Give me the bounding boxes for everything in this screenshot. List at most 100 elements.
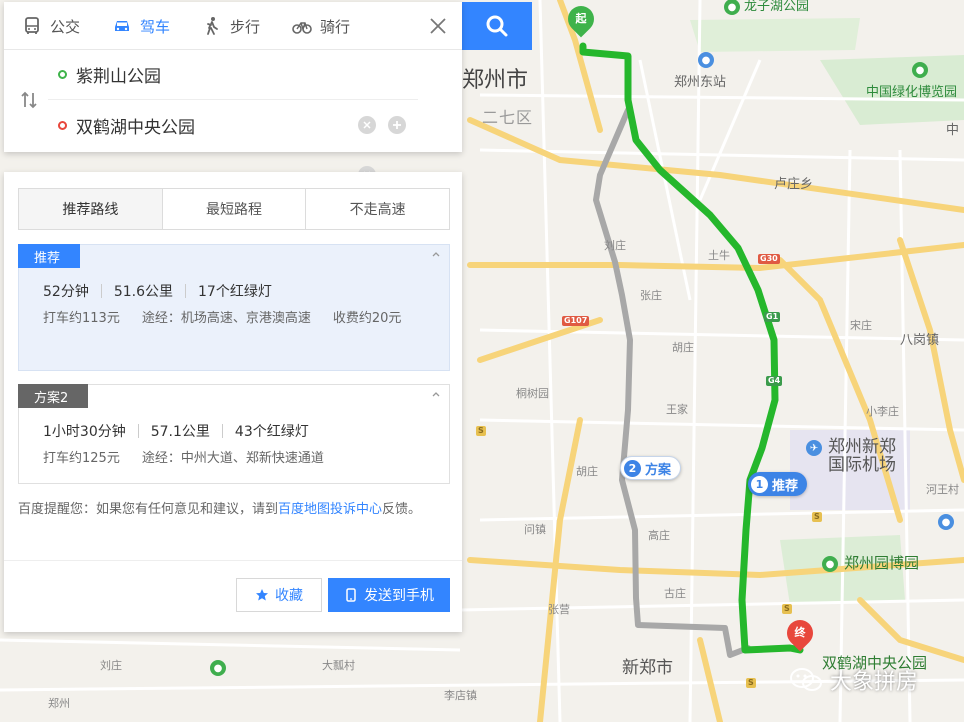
chevron-up-icon[interactable] xyxy=(431,249,441,259)
map-label-tongsi: 桐树园 xyxy=(516,387,549,400)
map-label-tuniu: 土牛 xyxy=(708,249,730,262)
tab-bus-label: 公交 xyxy=(50,17,81,36)
start-pin[interactable]: 起 xyxy=(562,0,600,40)
end-dot-icon xyxy=(58,120,67,130)
route-details: 打车约125元 途经：中州大道、郑新快速通道 xyxy=(43,445,429,472)
route-distance: 51.6公里 xyxy=(113,284,173,300)
bottom-park-poi-icon: ● xyxy=(210,660,226,676)
start-dot-icon xyxy=(58,70,67,79)
route-duration: 52分钟 xyxy=(43,284,89,300)
swap-icon[interactable] xyxy=(18,89,40,111)
highway-shield-g1: G1 xyxy=(764,312,781,322)
route-tag-alternative-label: 方案 xyxy=(645,462,672,478)
zhengzhou-poi-icon: ● xyxy=(938,514,954,530)
map-label-gaozhuang: 高庄 xyxy=(648,529,670,542)
map-label-bazhai: 宋庄 xyxy=(850,319,872,332)
tab-drive[interactable]: 驾车 xyxy=(94,2,184,50)
feedback-prefix: 百度提醒您：如果您有任何意见和建议，请到 xyxy=(18,502,279,517)
start-input[interactable] xyxy=(76,64,346,85)
bike-icon xyxy=(292,22,312,34)
chevron-up-icon[interactable] xyxy=(431,389,441,399)
route-preference-tabs: 推荐路线 最短路程 不走高速 xyxy=(18,188,450,230)
route-tag-alternative-number: 2 xyxy=(624,459,641,477)
map-label-wenzhuang: 问镇 xyxy=(524,523,546,536)
route-via: 途经：机场高速、京港澳高速 xyxy=(141,311,311,326)
route-badge: 推荐 xyxy=(18,244,81,268)
end-input[interactable] xyxy=(76,115,346,135)
tab-bike-label: 骑行 xyxy=(320,17,351,36)
map-label-gu-zhuang: 古庄 xyxy=(664,587,686,600)
end-pin-label: 终 xyxy=(794,626,806,639)
feedback-suffix: 反馈。 xyxy=(382,502,422,517)
favorite-button[interactable]: 收藏 xyxy=(236,578,322,612)
route-lights: 17个红绿灯 xyxy=(198,284,272,300)
route-toll: 收费约20元 xyxy=(332,311,402,326)
watermark-text: 大象拼房 xyxy=(830,670,919,695)
send-to-phone-button[interactable]: 发送到手机 xyxy=(328,578,450,612)
star-icon xyxy=(256,589,268,601)
feedback-notice: 百度提醒您：如果您有任何意见和建议，请到百度地图投诉中心反馈。 xyxy=(18,498,450,522)
map-label-erqi-district: 二七区 xyxy=(482,108,534,127)
route-tag-recommended-label: 推荐 xyxy=(772,478,799,494)
route-taxi-fare: 打车约125元 xyxy=(43,451,120,466)
route-results-panel: 推荐路线 最短路程 不走高速 推荐 52分钟 51.6公里 17个红绿灯 打车约… xyxy=(4,172,462,632)
map-label-xiaoli: 小李庄 xyxy=(866,405,899,418)
map-label-sheng: 郑州 xyxy=(48,697,70,710)
tab-bike[interactable]: 骑行 xyxy=(274,2,364,50)
tab-shortest-route[interactable]: 最短路程 xyxy=(163,189,307,229)
route-details: 打车约113元 途经：机场高速、京港澳高速 收费约20元 xyxy=(43,305,429,332)
route-card-option-2[interactable]: 方案2 1小时30分钟 57.1公里 43个红绿灯 打车约125元 途经：中州大道… xyxy=(18,384,450,484)
route-summary: 1小时30分钟 57.1公里 43个红绿灯 xyxy=(43,421,309,441)
send-button-label: 发送到手机 xyxy=(364,588,434,604)
close-icon[interactable] xyxy=(428,16,448,36)
start-address-row xyxy=(48,50,418,100)
station-poi-icon: ● xyxy=(698,52,714,68)
map-label-lizhuang: 刘庄 xyxy=(604,239,626,252)
tab-walk[interactable]: 步行 xyxy=(184,2,274,50)
route-distance: 57.1公里 xyxy=(150,424,210,440)
route-via: 途经：中州大道、郑新快速通道 xyxy=(141,451,324,466)
map-label-wangjia: 王家 xyxy=(666,403,688,416)
map-label-greening-expo: 中国绿化博览园 xyxy=(866,85,958,100)
tab-walk-label: 步行 xyxy=(230,17,261,36)
map-label-longzi-park: 龙子湖公园 xyxy=(744,0,810,14)
start-pin-label: 起 xyxy=(575,12,587,25)
map-label-xingzhuang: 李店镇 xyxy=(444,689,477,702)
expo-poi-icon: ● xyxy=(912,62,928,78)
search-icon xyxy=(486,15,508,37)
panel-footer: 收藏 发送到手机 xyxy=(4,560,462,632)
highway-shield-s: S xyxy=(476,426,486,436)
map-label-dazhai: 大瓢村 xyxy=(322,659,355,672)
route-card-recommended[interactable]: 推荐 52分钟 51.6公里 17个红绿灯 打车约113元 途经：机场高速、京港澳… xyxy=(18,244,450,371)
map-label-hushi: 胡庄 xyxy=(672,341,694,354)
tab-avoid-highway[interactable]: 不走高速 xyxy=(306,189,449,229)
map-label-expo-garden: 郑州园博园 xyxy=(844,554,920,572)
map-label-liuzhuang-s: 刘庄 xyxy=(100,659,122,672)
end-pin[interactable]: 终 xyxy=(781,614,819,654)
tab-recommended-route[interactable]: 推荐路线 xyxy=(19,189,163,229)
highway-shield-g107: G107 xyxy=(562,316,590,326)
map-label-huzhuang: 胡庄 xyxy=(576,465,598,478)
map-label-east-station: 郑州东站 xyxy=(674,75,727,90)
map-label-zhangzhuang: 张庄 xyxy=(640,289,662,302)
route-tag-recommended[interactable]: 1 推荐 xyxy=(748,472,808,496)
route-badge: 方案2 xyxy=(18,384,89,408)
wechat-icon xyxy=(790,668,822,691)
map-label-airport: 郑州新郑国际机场 xyxy=(828,437,896,475)
car-icon xyxy=(115,21,130,31)
route-taxi-fare: 打车约113元 xyxy=(43,311,120,326)
walk-icon xyxy=(207,17,218,35)
highway-shield-g30: G30 xyxy=(758,254,780,264)
favorite-button-label: 收藏 xyxy=(275,588,303,604)
route-tag-alternative[interactable]: 2 方案 xyxy=(620,456,682,480)
watermark: 大象拼房 xyxy=(790,664,918,696)
highway-shield-s2: S xyxy=(812,512,822,522)
map-label-zhong: 中 xyxy=(946,123,960,138)
complaint-center-link[interactable]: 百度地图投诉中心 xyxy=(278,502,382,517)
expo-garden-poi-icon: ● xyxy=(822,556,838,572)
tab-bus[interactable]: 公交 xyxy=(4,2,94,50)
highway-shield-s3: S xyxy=(782,604,792,614)
search-button[interactable] xyxy=(462,2,532,50)
route-lights: 43个红绿灯 xyxy=(234,424,309,440)
transport-mode-tabs: 公交 驾车 步行 骑行 xyxy=(4,2,462,50)
